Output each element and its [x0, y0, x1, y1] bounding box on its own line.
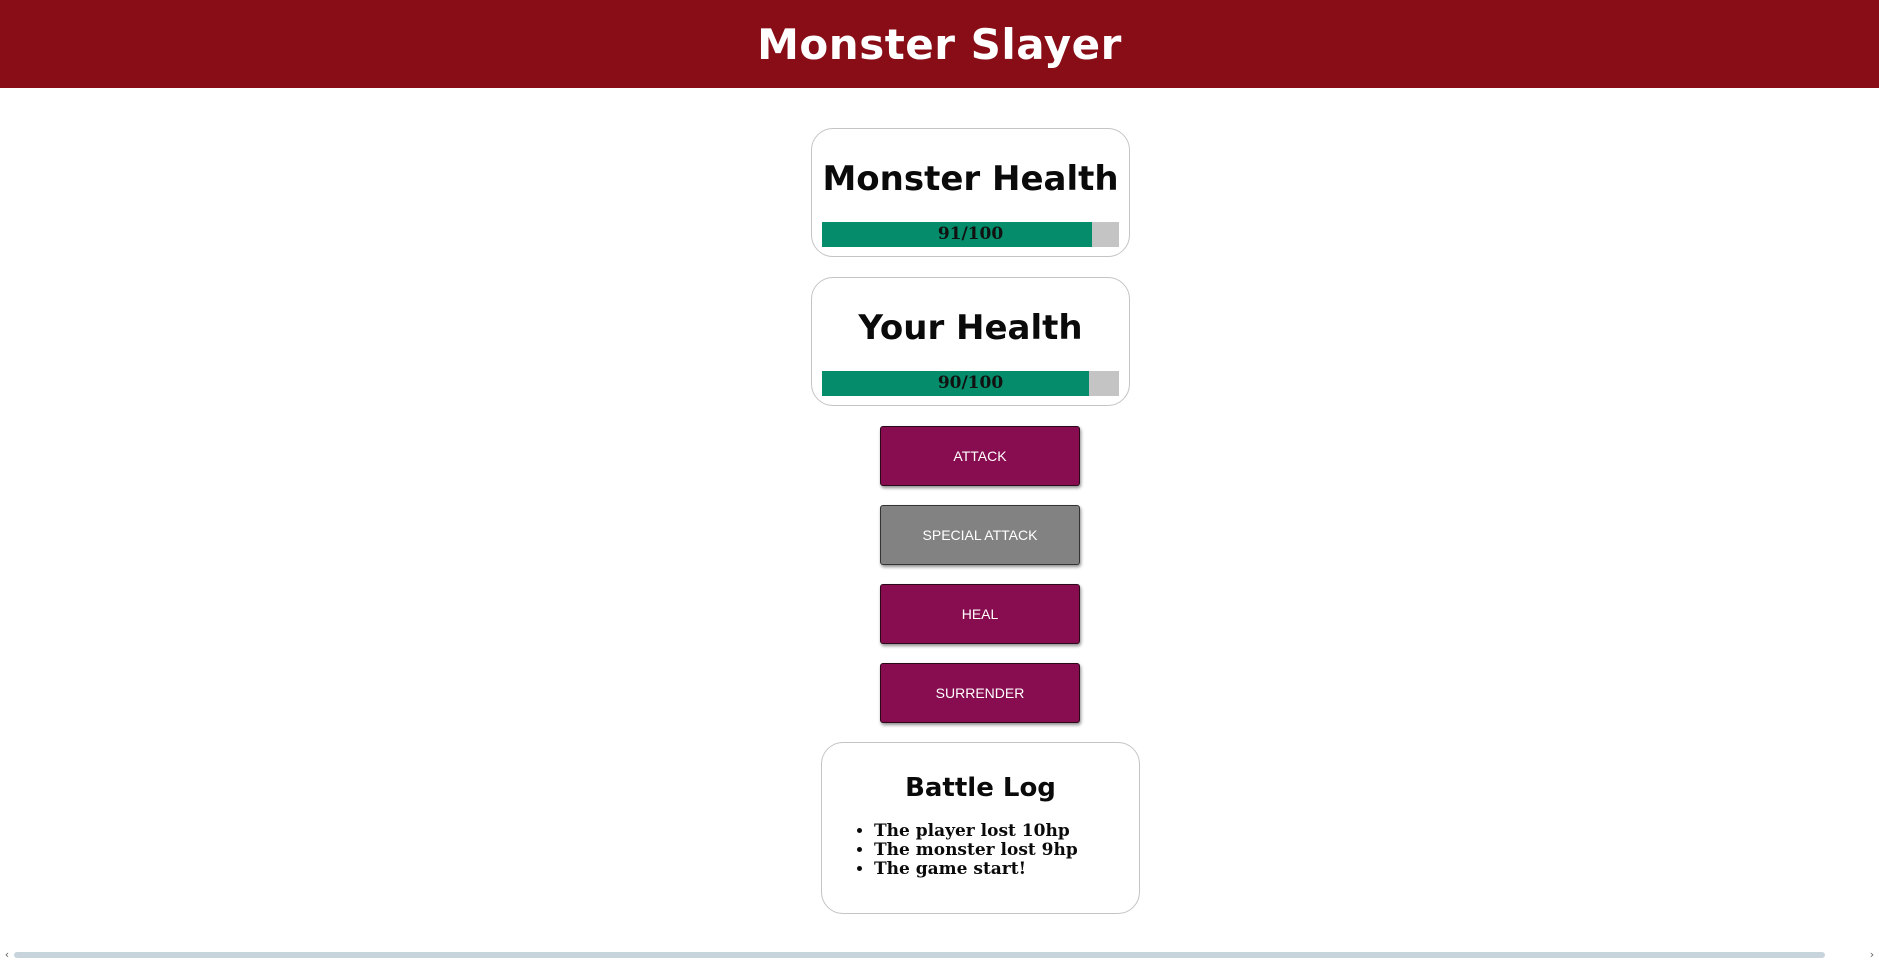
player-health-bar: 90/100 — [822, 371, 1119, 396]
heal-button[interactable]: HEAL — [880, 584, 1080, 644]
chevron-right-icon[interactable]: › — [1865, 948, 1879, 962]
scrollbar-thumb[interactable] — [14, 952, 1825, 958]
player-health-card: Your Health 90/100 — [811, 277, 1130, 406]
attack-button[interactable]: ATTACK — [880, 426, 1080, 486]
log-entry: The monster lost 9hp — [874, 841, 1078, 860]
battle-log-card: Battle Log The player lost 10hp The mons… — [821, 742, 1140, 914]
monster-health-value: 91/100 — [937, 224, 1004, 244]
surrender-button[interactable]: SURRENDER — [880, 663, 1080, 723]
app-header: Monster Slayer — [0, 0, 1879, 88]
player-health-title: Your Health — [858, 308, 1083, 348]
battle-log-title: Battle Log — [905, 773, 1056, 803]
log-entry: The game start! — [874, 860, 1078, 879]
monster-health-card: Monster Health 91/100 — [811, 128, 1130, 257]
monster-health-title: Monster Health — [822, 159, 1119, 199]
special-attack-button[interactable]: SPECIAL ATTACK — [880, 505, 1080, 565]
battle-log-list: The player lost 10hp The monster lost 9h… — [874, 822, 1078, 879]
horizontal-scrollbar[interactable]: ‹ › — [0, 948, 1879, 962]
monster-health-bar: 91/100 — [822, 222, 1119, 247]
chevron-left-icon[interactable]: ‹ — [0, 948, 14, 962]
player-health-value: 90/100 — [937, 373, 1004, 393]
app-title: Monster Slayer — [757, 19, 1122, 69]
log-entry: The player lost 10hp — [874, 822, 1078, 841]
